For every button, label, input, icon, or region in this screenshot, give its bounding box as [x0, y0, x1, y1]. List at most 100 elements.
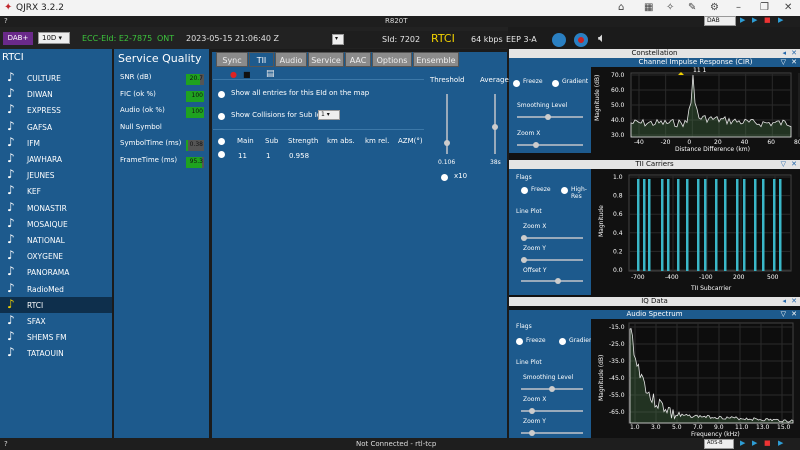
service-dropdown[interactable]: ▾ — [332, 34, 344, 45]
column-header[interactable]: km rel. — [365, 137, 389, 145]
close-icon[interactable]: ✕ — [791, 58, 797, 67]
gradient-radio[interactable] — [559, 338, 566, 345]
tab-tii[interactable]: TII — [249, 52, 274, 67]
zoom-x-knob[interactable] — [521, 235, 527, 241]
column-header[interactable]: AZM(°) — [398, 137, 423, 145]
close-icon[interactable]: ✕ — [791, 310, 797, 319]
help-icon[interactable]: ? — [4, 440, 8, 448]
tools-icon[interactable]: ✎ — [688, 2, 696, 13]
select-all-checkbox[interactable] — [218, 138, 225, 145]
freeze-radio[interactable] — [513, 80, 520, 87]
stop-button[interactable] — [552, 33, 566, 47]
collapse-icon[interactable]: ▽ — [781, 160, 786, 169]
zoom-y-knob[interactable] — [529, 430, 535, 436]
tab-service[interactable]: Service — [308, 52, 344, 67]
play-icon[interactable]: ▶ — [740, 16, 745, 24]
record-icon[interactable]: ● — [230, 70, 237, 79]
zoom-y-knob[interactable] — [521, 257, 527, 263]
stop-icon[interactable]: ■ — [764, 439, 771, 447]
collapse-icon[interactable]: ▽ — [781, 310, 786, 319]
station-item[interactable]: ♪ RadioMed — [0, 281, 112, 297]
collapse-icon[interactable]: ▽ — [781, 58, 786, 67]
play-next-icon[interactable]: ▶ — [752, 16, 757, 24]
station-item[interactable]: ♪ PANORAMA — [0, 264, 112, 280]
station-item[interactable]: ♪ SFAX — [0, 313, 112, 329]
zoom-x-slider[interactable] — [521, 408, 583, 414]
station-item[interactable]: ♪ OXYGENE — [0, 248, 112, 264]
zoom-y-slider[interactable] — [521, 257, 583, 263]
column-header[interactable]: Sub — [265, 137, 278, 145]
help-menu[interactable]: ? — [4, 17, 8, 25]
average-knob[interactable] — [492, 124, 498, 130]
station-item[interactable]: ♪ GAFSA — [0, 119, 112, 135]
station-item[interactable]: ♪ MOSAIQUE — [0, 216, 112, 232]
record-button[interactable] — [574, 33, 588, 47]
show-all-radio[interactable] — [218, 91, 225, 98]
tab-aac[interactable]: AAC — [345, 52, 371, 67]
station-item[interactable]: ♪ MONASTIR — [0, 200, 112, 216]
tii-carrier-plot[interactable]: -700 -400 -100 200 500 1.0 0.8 0.6 0.4 0.2 0.0 TII… — [591, 169, 800, 295]
mode-badge[interactable]: DAB+ — [3, 32, 33, 45]
smoothing-slider[interactable] — [521, 386, 583, 392]
station-item[interactable]: ♪ JAWHARA — [0, 151, 112, 167]
maximize-icon[interactable]: ❐ — [760, 2, 769, 13]
highres-radio[interactable] — [561, 187, 568, 194]
record-icon[interactable]: ■ — [764, 16, 771, 24]
smoothing-slider[interactable] — [517, 114, 583, 120]
station-item[interactable]: ♪ RTCI — [0, 296, 112, 313]
station-item[interactable]: ♪ IFM — [0, 135, 112, 151]
close-icon[interactable]: ✕ — [791, 49, 797, 58]
float-icon[interactable]: ◂ — [782, 49, 786, 58]
zoom-x-slider[interactable] — [517, 142, 583, 148]
station-item[interactable]: ♪ KEF — [0, 183, 112, 199]
map-icon[interactable]: ▦ — [644, 2, 653, 13]
zoom-y-slider[interactable] — [521, 430, 583, 436]
freeze-radio[interactable] — [521, 187, 528, 194]
smoothing-knob[interactable] — [549, 386, 555, 392]
document-icon[interactable]: ▤ — [266, 69, 275, 79]
zoom-x-knob[interactable] — [533, 142, 539, 148]
stop-icon[interactable]: ■ — [243, 70, 251, 79]
play-next-icon[interactable]: ▶ — [752, 439, 757, 447]
gear-icon[interactable]: ⚙ — [710, 2, 719, 13]
row-checkbox[interactable] — [218, 151, 225, 158]
tab-options[interactable]: Options — [372, 52, 412, 67]
station-item[interactable]: ♪ SHEMS FM — [0, 329, 112, 345]
float-icon[interactable]: ◂ — [782, 297, 786, 306]
station-item[interactable]: ♪ JEUNES — [0, 167, 112, 183]
home-icon[interactable]: ⌂ — [618, 2, 624, 13]
audio-spectrum-plot[interactable]: 1.0 3.0 5.0 7.0 9.0 11.0 13.0 15.0 -15.0 -25.0 -35… — [591, 319, 800, 438]
tab-sync[interactable]: Sync — [216, 52, 248, 67]
satellite-icon[interactable]: ✧ — [666, 2, 674, 13]
x10-radio[interactable] — [441, 174, 448, 181]
show-collisions-radio[interactable] — [218, 113, 225, 120]
cir-plot[interactable]: 11 1 -40 -20 0 20 40 60 80 70.0 60.0 50.0 40.0 30.0… — [591, 67, 800, 153]
offset-y-knob[interactable] — [555, 278, 561, 284]
station-item[interactable]: ♪ NATIONAL — [0, 232, 112, 248]
zoom-x-slider[interactable] — [521, 235, 583, 241]
threshold-knob[interactable] — [444, 140, 450, 146]
minimize-icon[interactable]: – — [736, 2, 741, 13]
close-icon[interactable]: ✕ — [791, 297, 797, 306]
sub-id-select[interactable]: 1 ▾ — [318, 110, 340, 120]
loop-icon[interactable]: ▶ — [778, 16, 783, 24]
zoom-x-knob[interactable] — [529, 408, 535, 414]
station-item[interactable]: ♪ CULTURE — [0, 70, 112, 86]
station-item[interactable]: ♪ EXPRESS — [0, 102, 112, 118]
station-item[interactable]: ♪ DIWAN — [0, 86, 112, 102]
column-header[interactable]: km abs. — [327, 137, 355, 145]
close-icon[interactable]: ✕ — [784, 2, 792, 13]
offset-y-slider[interactable] — [521, 278, 583, 284]
adsb-select[interactable]: ADS-B — [704, 439, 734, 449]
tab-ensemble[interactable]: Ensemble — [413, 52, 459, 67]
smoothing-knob[interactable] — [545, 114, 551, 120]
speaker-icon[interactable]: 🔈︎ — [598, 31, 606, 46]
station-item[interactable]: ♪ TATAOUIN — [0, 345, 112, 361]
column-header[interactable]: Main — [237, 137, 254, 145]
channel-select[interactable]: 10D ▾ — [38, 32, 70, 44]
close-icon[interactable]: ✕ — [791, 160, 797, 169]
gradient-radio[interactable] — [552, 80, 559, 87]
play-icon[interactable]: ▶ — [740, 439, 745, 447]
tab-audio[interactable]: Audio — [275, 52, 307, 67]
freeze-radio[interactable] — [516, 338, 523, 345]
